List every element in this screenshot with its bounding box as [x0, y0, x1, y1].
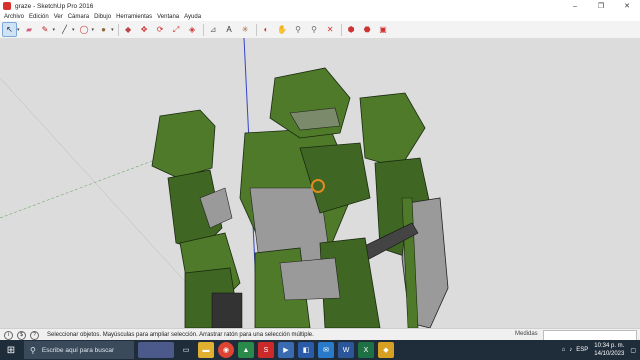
circle-icon[interactable]: ◯: [78, 23, 91, 36]
wallpaper-thumbnail[interactable]: [138, 342, 174, 358]
chrome-icon[interactable]: ◉: [218, 342, 234, 358]
window-controls: – ❐ ✕: [562, 0, 640, 12]
file-explorer-icon[interactable]: ▬: [198, 342, 214, 358]
eraser-icon[interactable]: ▰: [23, 23, 36, 36]
left-shoulder-armor: [151, 109, 216, 179]
toolbar-divider: [340, 23, 342, 36]
app-icon-green[interactable]: ▲: [238, 342, 254, 358]
volume-icon[interactable]: ♪: [569, 347, 572, 353]
pencil-icon[interactable]: ✎: [39, 23, 52, 36]
chevron-down-icon[interactable]: ▾: [53, 27, 56, 33]
dark-block: [211, 292, 243, 328]
system-tray: ⌂ ♪ ESP 10:34 p. m. 14/10/2023 ▢: [558, 340, 636, 360]
green-axis: [0, 157, 161, 219]
text-icon[interactable]: A: [223, 23, 236, 36]
extension-icon[interactable]: ⬣: [361, 23, 374, 36]
menu-edicion[interactable]: Edición: [29, 14, 49, 20]
right-shoulder-armor: [359, 92, 426, 169]
modeling-viewport[interactable]: [0, 38, 640, 328]
info-icon[interactable]: i: [4, 330, 13, 340]
menu-ayuda[interactable]: Ayuda: [184, 14, 201, 20]
pan-icon[interactable]: ✋: [276, 23, 289, 36]
maximize-icon[interactable]: ❐: [588, 0, 614, 12]
app-icon-blue[interactable]: ◧: [298, 342, 314, 358]
line-icon[interactable]: ╱: [58, 23, 71, 36]
task-view-icon[interactable]: ▭: [178, 342, 194, 358]
search-placeholder: Escribe aquí para buscar: [41, 346, 115, 354]
help-icon[interactable]: ?: [30, 330, 39, 340]
mail-icon[interactable]: ✉: [318, 342, 334, 358]
menu-dibujo[interactable]: Dibujo: [94, 14, 111, 20]
notifications-icon[interactable]: ▢: [630, 347, 636, 354]
move-icon[interactable]: ✥: [138, 23, 151, 36]
orbit-icon[interactable]: ◐: [260, 23, 273, 36]
menu-bar: Archivo Edición Ver Cámara Dibujo Herram…: [0, 12, 640, 21]
chevron-down-icon[interactable]: ▾: [17, 27, 20, 33]
title-bar: graze - SketchUp Pro 2016 – ❐ ✕: [0, 0, 640, 12]
zoom-window-icon[interactable]: ⚲: [308, 23, 321, 36]
robot-model: [0, 38, 449, 328]
layout-icon[interactable]: ▣: [377, 23, 390, 36]
zoom-extents-icon[interactable]: ✕: [324, 23, 337, 36]
windows-taskbar: ⊞ ⚲ Escribe aquí para buscar ▭ ▬ ◉ ▲ S ▶…: [0, 340, 640, 360]
clock-date: 14/10/2023: [594, 351, 625, 357]
word-icon[interactable]: W: [338, 342, 354, 358]
select-icon[interactable]: ↖: [2, 22, 17, 37]
toolbar-divider: [117, 23, 119, 36]
menu-ventana[interactable]: Ventana: [157, 14, 179, 20]
clock[interactable]: 10:34 p. m. 14/10/2023: [594, 342, 624, 358]
menu-herramientas[interactable]: Herramientas: [116, 14, 152, 20]
axes-icon[interactable]: ✳: [239, 23, 252, 36]
network-icon[interactable]: ⌂: [562, 347, 566, 353]
excel-icon[interactable]: X: [358, 342, 374, 358]
status-message: Seleccionar objetos. Mayúsculas para amp…: [47, 332, 314, 338]
warehouse-icon[interactable]: ⬢: [345, 23, 358, 36]
search-icon: ⚲: [30, 345, 36, 355]
video-app-icon[interactable]: ▶: [278, 342, 294, 358]
zoom-icon[interactable]: ⚲: [292, 23, 305, 36]
scale-icon[interactable]: ⤢: [170, 23, 183, 36]
chevron-down-icon[interactable]: ▾: [72, 27, 75, 33]
windows-start-icon[interactable]: ⊞: [0, 340, 22, 360]
menu-archivo[interactable]: Archivo: [4, 14, 24, 20]
minimize-icon[interactable]: –: [562, 0, 588, 12]
paint-icon[interactable]: ●: [97, 23, 110, 36]
chevron-down-icon[interactable]: ▾: [92, 27, 95, 33]
sketchup-taskbar-icon[interactable]: S: [258, 342, 274, 358]
window-title: graze - SketchUp Pro 2016: [15, 2, 94, 10]
menu-ver[interactable]: Ver: [54, 14, 63, 20]
language-indicator[interactable]: ESP: [576, 347, 588, 353]
measures-label: Medidas: [515, 331, 538, 337]
rotate-icon[interactable]: ⟳: [154, 23, 167, 36]
clock-time: 10:34 p. m.: [594, 343, 625, 349]
push-pull-icon[interactable]: ◆: [122, 23, 135, 36]
offset-icon[interactable]: ◈: [186, 23, 199, 36]
chevron-down-icon[interactable]: ▾: [111, 27, 114, 33]
credits-icon[interactable]: $: [17, 330, 26, 340]
toolbar-divider: [255, 23, 257, 36]
toolbar-divider: [202, 23, 204, 36]
tape-icon[interactable]: ⊿: [207, 23, 220, 36]
taskbar-search[interactable]: ⚲ Escribe aquí para buscar: [24, 341, 134, 359]
app-icon-yellow[interactable]: ◆: [378, 342, 394, 358]
close-icon[interactable]: ✕: [614, 0, 640, 12]
leg-joint: [279, 257, 341, 301]
toolbar: ↖ ▾ ▰ ✎ ▾ ╱ ▾ ◯ ▾ ● ▾ ◆ ✥ ⟳ ⤢ ◈ ⊿ A ✳ ◐ …: [0, 21, 640, 39]
sketchup-app-icon: [3, 2, 11, 10]
menu-camara[interactable]: Cámara: [68, 14, 89, 20]
